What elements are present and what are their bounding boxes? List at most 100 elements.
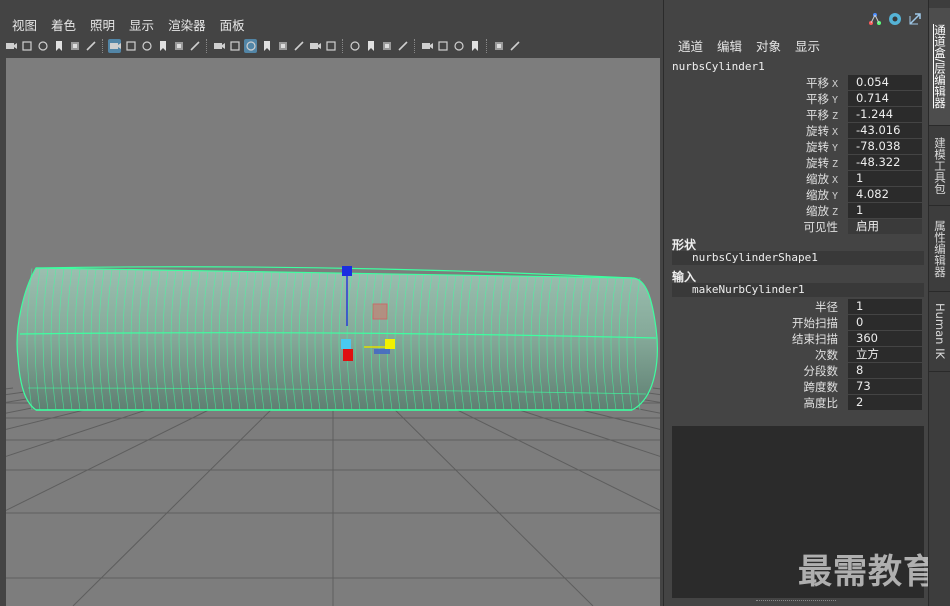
attribute-value-field[interactable]: -48.322	[848, 155, 922, 170]
input-attribute-value-field[interactable]: 立方	[848, 347, 922, 362]
viewport-3d-view[interactable]	[6, 58, 660, 606]
resize-handle[interactable]	[756, 600, 836, 601]
input-attribute-label[interactable]: 次数	[666, 347, 844, 363]
camera-attr-icon[interactable]	[20, 39, 33, 53]
anti-aliasing-icon[interactable]	[380, 39, 393, 53]
menu-lighting[interactable]: 照明	[90, 15, 115, 34]
field-chart-icon[interactable]	[172, 39, 185, 53]
attribute-row: 平移 X 0.054	[666, 75, 924, 90]
attribute-label-text: 缩放	[805, 171, 829, 186]
input-attribute-value-field[interactable]: 73	[848, 379, 922, 394]
isolate-select-icon[interactable]	[420, 39, 433, 53]
attribute-label[interactable]: 旋转 Z	[666, 155, 844, 171]
expand-icon[interactable]	[908, 12, 922, 26]
tab-human-ik[interactable]: Human IK	[929, 292, 950, 372]
input-attribute-value-field[interactable]: 2	[848, 395, 922, 410]
smooth-shade-icon[interactable]	[244, 39, 257, 53]
menu-edit[interactable]: 编辑	[717, 36, 742, 55]
tab-attribute-editor-label: 属性编辑器	[933, 219, 947, 278]
attribute-label[interactable]: 缩放 Z	[666, 203, 844, 219]
menu-display[interactable]: 显示	[795, 36, 820, 55]
attribute-label[interactable]: 平移 Z	[666, 107, 844, 123]
wireframe-on-shaded-icon[interactable]	[276, 39, 289, 53]
attribute-value-field[interactable]: -43.016	[848, 123, 922, 138]
image-plane-icon[interactable]	[52, 39, 65, 53]
attribute-value-field[interactable]: 0.714	[848, 91, 922, 106]
menu-show[interactable]: 显示	[129, 15, 154, 34]
menu-panels[interactable]: 面板	[220, 15, 245, 34]
input-attribute-label[interactable]: 开始扫描	[666, 315, 844, 331]
grid-icon[interactable]	[108, 39, 121, 53]
attribute-label[interactable]: 缩放 Y	[666, 187, 844, 203]
input-attribute-label[interactable]: 高度比	[666, 395, 844, 411]
attribute-label[interactable]: 旋转 Y	[666, 139, 844, 155]
input-attribute-label[interactable]: 分段数	[666, 363, 844, 379]
attribute-value-field[interactable]: 4.082	[848, 187, 922, 202]
object-name[interactable]: nurbsCylinder1	[672, 60, 765, 73]
textured-icon[interactable]	[292, 39, 305, 53]
toolbar-separator	[102, 39, 104, 53]
attribute-label[interactable]: 平移 X	[666, 75, 844, 91]
input-node[interactable]: makeNurbCylinder1	[672, 283, 924, 297]
attribute-label[interactable]: 可见性	[666, 219, 844, 235]
menu-object[interactable]: 对象	[756, 36, 781, 55]
shadows-icon[interactable]	[324, 39, 337, 53]
input-attribute-value-field[interactable]: 8	[848, 363, 922, 378]
attribute-label[interactable]: 平移 Y	[666, 91, 844, 107]
menu-shading[interactable]: 着色	[51, 15, 76, 34]
attribute-label[interactable]: 缩放 X	[666, 171, 844, 187]
attribute-value-field[interactable]: 启用	[848, 219, 922, 234]
use-all-lights-icon[interactable]	[308, 39, 321, 53]
camera-icon[interactable]	[4, 39, 17, 53]
tab-attribute-editor[interactable]: 属性编辑器	[929, 206, 950, 292]
depth-of-field-icon[interactable]	[396, 39, 409, 53]
attribute-value-field[interactable]: -1.244	[848, 107, 922, 122]
viewport-toolbar	[4, 36, 662, 56]
input-attribute-value-field[interactable]: 1	[848, 299, 922, 314]
xray-icon[interactable]	[436, 39, 449, 53]
attribute-value-field[interactable]: 1	[848, 203, 922, 218]
axis-orient-icon[interactable]	[868, 12, 882, 26]
attribute-label-text: 可见性	[803, 219, 839, 234]
backface-culling-icon[interactable]	[492, 39, 505, 53]
menu-view[interactable]: 视图	[12, 15, 37, 34]
attribute-row: 旋转 Y -78.038	[666, 139, 924, 154]
tab-channel-box[interactable]: 通道盒/层编辑器	[929, 8, 950, 126]
attribute-value-field[interactable]: -78.038	[848, 139, 922, 154]
input-attribute-value-field[interactable]: 0	[848, 315, 922, 330]
input-attribute-label[interactable]: 结束扫描	[666, 331, 844, 347]
menu-channels[interactable]: 通道	[678, 36, 703, 55]
wireframe-icon[interactable]	[228, 39, 241, 53]
safe-action-icon[interactable]	[188, 39, 201, 53]
resolution-gate-icon[interactable]	[140, 39, 153, 53]
shape-node[interactable]: nurbsCylinderShape1	[672, 251, 924, 265]
default-material-icon[interactable]	[260, 39, 273, 53]
gate-mask-icon[interactable]	[156, 39, 169, 53]
xray-joints-icon[interactable]	[452, 39, 465, 53]
attribute-label[interactable]: 旋转 X	[666, 123, 844, 139]
input-attribute-label[interactable]: 跨度数	[666, 379, 844, 395]
toolbar-separator	[414, 39, 416, 53]
xray-components-icon[interactable]	[468, 39, 481, 53]
toolbar-separator	[486, 39, 488, 53]
input-attribute-label[interactable]: 半径	[666, 299, 844, 315]
menu-renderer[interactable]: 渲染器	[168, 15, 206, 34]
bookmark-icon[interactable]	[36, 39, 49, 53]
input-attribute-row: 开始扫描 0	[666, 315, 924, 330]
input-attribute-row: 半径 1	[666, 299, 924, 314]
tab-modeling-toolkit[interactable]: 建模工具包	[929, 126, 950, 206]
screen-space-ao-icon[interactable]	[348, 39, 361, 53]
grease-pencil-icon[interactable]	[68, 39, 81, 53]
attribute-value-field[interactable]: 0.054	[848, 75, 922, 90]
grid-line	[452, 387, 660, 457]
help-icon[interactable]	[888, 12, 902, 26]
channel-box-menubar: 通道 编辑 对象 显示	[678, 36, 834, 55]
input-attribute-value-field[interactable]: 360	[848, 331, 922, 346]
attribute-value-field[interactable]: 1	[848, 171, 922, 186]
motion-blur-icon[interactable]	[364, 39, 377, 53]
nurbs-cylinder[interactable]	[16, 266, 658, 411]
exposure-icon[interactable]	[508, 39, 521, 53]
2d-pan-icon[interactable]	[84, 39, 97, 53]
safe-title-icon[interactable]	[212, 39, 225, 53]
film-gate-icon[interactable]	[124, 39, 137, 53]
